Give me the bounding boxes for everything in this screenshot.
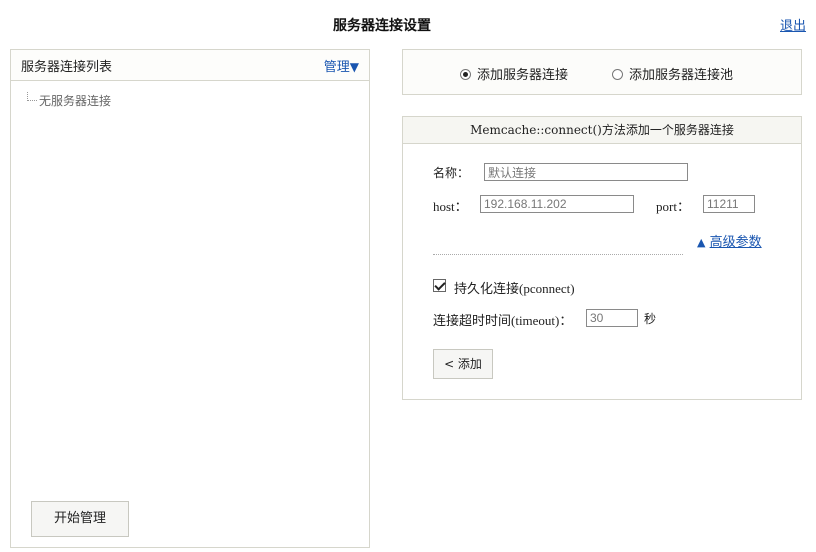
tree-item-empty: 无服务器连接 bbox=[27, 92, 111, 109]
timeout-label: 连接超时时间(timeout)： bbox=[433, 313, 573, 328]
persistent-label: 持久化连接(pconnect) bbox=[454, 281, 575, 296]
name-input[interactable] bbox=[484, 163, 688, 181]
manage-label: 管理 bbox=[323, 60, 350, 75]
radio-checked-icon[interactable] bbox=[460, 69, 471, 80]
radio-add-pool-label: 添加服务器连接池 bbox=[629, 68, 734, 83]
add-button[interactable]: < 添加 bbox=[433, 349, 493, 379]
logout-link[interactable]: 退出 bbox=[780, 15, 806, 34]
radio-add-connection-label: 添加服务器连接 bbox=[477, 68, 569, 83]
start-manage-button[interactable]: 开始管理 bbox=[31, 501, 129, 537]
connection-form-panel: Memcache::connect()方法添加一个服务器连接 名称： host：… bbox=[402, 116, 802, 400]
port-label: port： bbox=[656, 199, 690, 214]
server-list-header: 服务器连接列表 管理▼ bbox=[11, 50, 369, 81]
port-input[interactable] bbox=[703, 195, 755, 213]
mode-selector: 添加服务器连接 添加服务器连接池 bbox=[402, 49, 802, 95]
radio-unchecked-icon[interactable] bbox=[612, 69, 623, 80]
advanced-params-toggle[interactable]: ▲ 高级参数 bbox=[697, 231, 762, 250]
server-list-panel: 服务器连接列表 管理▼ 无服务器连接 开始管理 bbox=[10, 49, 370, 548]
manage-menu-button[interactable]: 管理▼ bbox=[324, 56, 359, 75]
page-title: 服务器连接设置 bbox=[333, 18, 431, 34]
tree-branch-icon bbox=[27, 92, 37, 101]
radio-add-pool[interactable]: 添加服务器连接池 bbox=[612, 64, 733, 83]
triangle-down-icon: ▼ bbox=[349, 60, 359, 74]
host-input[interactable] bbox=[480, 195, 634, 213]
name-label: 名称： bbox=[433, 166, 470, 180]
persistent-checkbox[interactable] bbox=[433, 279, 446, 292]
tree-item-label: 无服务器连接 bbox=[39, 94, 112, 108]
timeout-unit: 秒 bbox=[644, 312, 657, 326]
server-list-title: 服务器连接列表 bbox=[21, 60, 113, 75]
timeout-input[interactable] bbox=[586, 309, 638, 327]
advanced-params-link[interactable]: 高级参数 bbox=[710, 235, 762, 250]
divider bbox=[433, 254, 683, 255]
radio-add-connection[interactable]: 添加服务器连接 bbox=[460, 64, 568, 83]
form-header: Memcache::connect()方法添加一个服务器连接 bbox=[403, 117, 801, 144]
host-label: host： bbox=[433, 199, 468, 214]
triangle-up-icon: ▲ bbox=[697, 236, 706, 249]
